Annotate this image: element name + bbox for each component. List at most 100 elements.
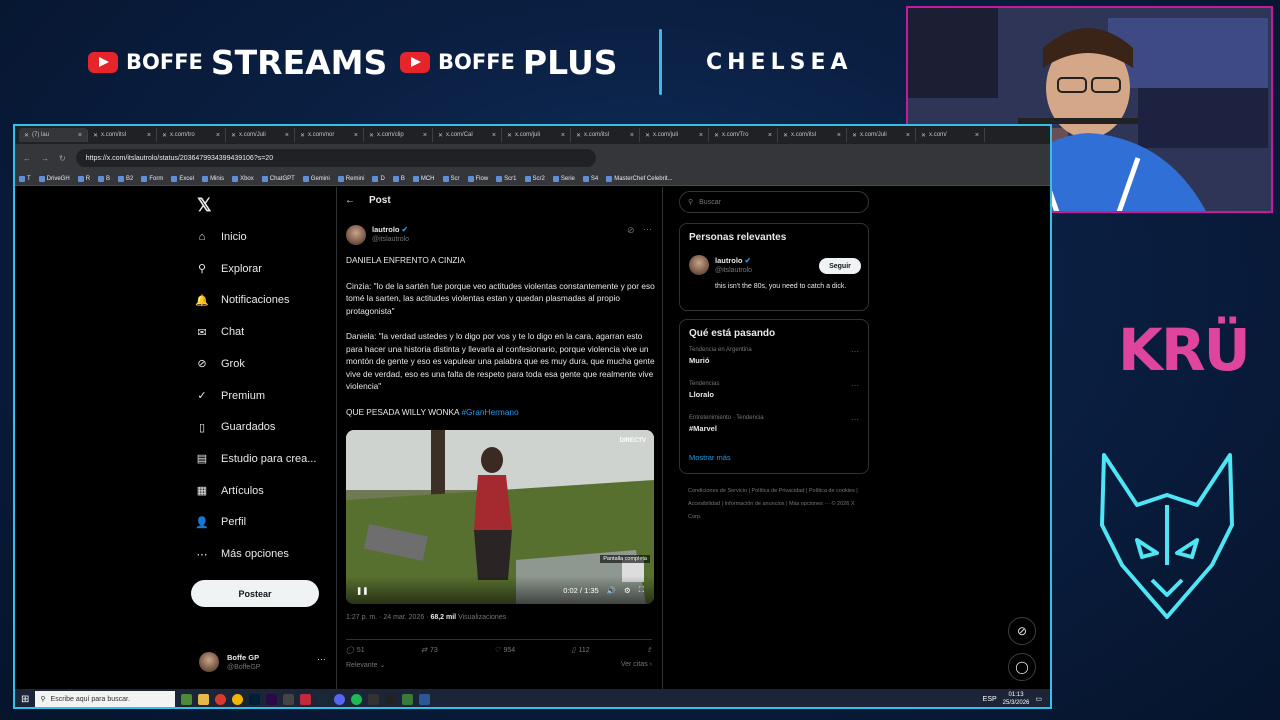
app-icon[interactable] xyxy=(215,693,227,705)
volume-icon[interactable]: 🔊 xyxy=(607,586,616,595)
spotify-icon[interactable] xyxy=(351,693,363,705)
trend-item[interactable]: Tendencias Lloralo ··· xyxy=(689,381,859,415)
back-icon[interactable]: ← xyxy=(23,154,31,163)
video-player[interactable]: DIRECTV Pantalla completa ❚❚ 0:02 / 1:35… xyxy=(346,430,654,604)
browser-tab[interactable]: ✕ x.com/clip × xyxy=(364,128,433,142)
bookmark-item[interactable]: B xyxy=(98,175,110,182)
bookmark-item[interactable]: Minis xyxy=(202,175,224,182)
author-avatar[interactable] xyxy=(346,225,366,245)
bookmark-item[interactable]: Serie xyxy=(552,175,575,182)
nav-item[interactable]: ⌂ Inicio xyxy=(195,227,247,247)
person-name[interactable]: lautrolo ✔ xyxy=(715,256,751,265)
bookmark-item[interactable]: S4 xyxy=(582,175,598,182)
close-icon[interactable]: × xyxy=(354,132,358,139)
show-more-link[interactable]: Mostrar más xyxy=(689,453,859,462)
app-icon[interactable] xyxy=(368,693,380,705)
photoshop-icon[interactable] xyxy=(249,693,261,705)
bookmark-item[interactable]: DriveGH xyxy=(38,175,70,182)
close-icon[interactable]: × xyxy=(699,132,703,139)
language-indicator[interactable]: ESP xyxy=(983,696,997,703)
nav-item[interactable]: ✉ Chat xyxy=(195,322,244,342)
post-menu-icon[interactable]: ··· xyxy=(643,224,652,234)
browser-tab[interactable]: ✕ x.com/ × xyxy=(916,128,985,142)
bookmark-item[interactable]: Gemini xyxy=(302,175,330,182)
reload-icon[interactable]: ↻ xyxy=(59,154,66,163)
search-input[interactable]: ⚲ Buscar xyxy=(679,191,869,213)
bookmark-item[interactable]: Scr1 xyxy=(496,175,517,182)
bookmark-item[interactable]: T xyxy=(19,175,31,182)
back-arrow-icon[interactable]: ← xyxy=(345,195,355,206)
messages-float-button[interactable]: ◯ xyxy=(1008,653,1036,681)
like-button[interactable]: ♡ 954 xyxy=(494,646,515,655)
browser-tab[interactable]: ✕ x.com/Juli × xyxy=(847,128,916,142)
bookmark-item[interactable]: B2 xyxy=(118,175,133,182)
bookmark-item[interactable]: MCH xyxy=(412,175,435,182)
browser-tab[interactable]: ✕ x.com/tro × xyxy=(157,128,226,142)
bookmark-item[interactable]: R xyxy=(77,175,90,182)
settings-icon[interactable]: ⚙ xyxy=(624,586,631,595)
bookmark-item[interactable]: D xyxy=(372,175,385,182)
hashtag-link[interactable]: #GranHermano xyxy=(461,407,518,417)
fullscreen-icon[interactable]: ⛶ xyxy=(639,585,644,595)
close-icon[interactable]: × xyxy=(78,132,82,139)
nav-item[interactable]: 🔔 Notificaciones xyxy=(195,290,289,310)
browser-tab[interactable]: ✕ (7) lau × xyxy=(19,128,88,142)
footer-links[interactable]: Condiciones de Servicio | Política de Pr… xyxy=(688,485,868,524)
trend-item[interactable]: Tendencia en Argentina Murió ··· xyxy=(689,347,859,381)
nav-item[interactable]: ▦ Artículos xyxy=(195,481,264,501)
close-icon[interactable]: × xyxy=(975,132,979,139)
browser-tab[interactable]: ✕ x.com/itsl × xyxy=(778,128,847,142)
bookmark-item[interactable]: Remini xyxy=(337,175,364,182)
nav-item[interactable]: ✓ Premium xyxy=(195,386,265,406)
obs-icon[interactable] xyxy=(385,693,397,705)
sort-relevant[interactable]: Relevante ⌄ xyxy=(346,661,385,669)
grok-float-button[interactable]: ⊘ xyxy=(1008,617,1036,645)
bookmark-item[interactable]: Xbox xyxy=(232,175,254,182)
weather-icon[interactable] xyxy=(181,693,193,705)
app-icon[interactable] xyxy=(419,693,431,705)
windows-start-icon[interactable]: ⊞ xyxy=(21,694,29,705)
discord-icon[interactable] xyxy=(334,693,346,705)
share-button[interactable]: ⇪ xyxy=(646,646,652,654)
url-field[interactable]: https://x.com/itslautrolo/status/2036479… xyxy=(75,149,596,167)
taskbar-search[interactable]: ⚲ Escribe aquí para buscar. xyxy=(35,691,176,707)
close-icon[interactable]: × xyxy=(630,132,634,139)
pause-icon[interactable]: ❚❚ xyxy=(356,586,369,595)
more-icon[interactable]: ··· xyxy=(851,415,859,424)
more-icon[interactable]: ··· xyxy=(851,347,859,356)
nav-item[interactable]: ▤ Estudio para crea... xyxy=(195,449,317,469)
trend-item[interactable]: Entretenimiento · Tendencia #Marvel ··· xyxy=(689,415,859,449)
close-icon[interactable]: × xyxy=(768,132,772,139)
account-switcher[interactable]: Boffe GP @BoffeGP ··· xyxy=(195,649,335,675)
nav-item[interactable]: ⚲ Explorar xyxy=(195,259,262,279)
close-icon[interactable]: × xyxy=(561,132,565,139)
nav-item[interactable]: 👤 Perfil xyxy=(195,512,246,532)
bookmark-item[interactable]: Scr xyxy=(442,175,460,182)
bookmark-button[interactable]: ▯ 112 xyxy=(572,646,590,655)
bookmark-item[interactable]: Flow xyxy=(467,175,488,182)
chrome-icon[interactable] xyxy=(232,693,244,705)
browser-tab[interactable]: ✕ x.com/Juli × xyxy=(226,128,295,142)
close-icon[interactable]: × xyxy=(837,132,841,139)
premiere-icon[interactable] xyxy=(266,693,278,705)
browser-tab[interactable]: ✕ x.com/juli × xyxy=(640,128,709,142)
app-icon[interactable] xyxy=(283,693,295,705)
bookmark-item[interactable]: ChatGPT xyxy=(261,175,295,182)
close-icon[interactable]: × xyxy=(285,132,289,139)
app-icon[interactable] xyxy=(300,693,312,705)
browser-tab[interactable]: ✕ x.com/itsl × xyxy=(88,128,157,142)
close-icon[interactable]: × xyxy=(423,132,427,139)
clock[interactable]: 01:13 25/3/2026 xyxy=(1003,691,1030,707)
more-icon[interactable]: ··· xyxy=(317,654,326,664)
browser-tab[interactable]: ✕ x.com/itsl × xyxy=(571,128,640,142)
repost-button[interactable]: ⇄ 73 xyxy=(421,646,438,655)
close-icon[interactable]: × xyxy=(216,132,220,139)
bookmark-item[interactable]: B xyxy=(392,175,405,182)
person-avatar[interactable] xyxy=(689,255,709,275)
app-icon[interactable] xyxy=(402,693,414,705)
bookmark-item[interactable]: Form xyxy=(141,175,163,182)
close-icon[interactable]: × xyxy=(906,132,910,139)
bookmark-item[interactable]: Excel xyxy=(171,175,194,182)
browser-tab[interactable]: ✕ x.com/juli × xyxy=(502,128,571,142)
close-icon[interactable]: × xyxy=(147,132,151,139)
